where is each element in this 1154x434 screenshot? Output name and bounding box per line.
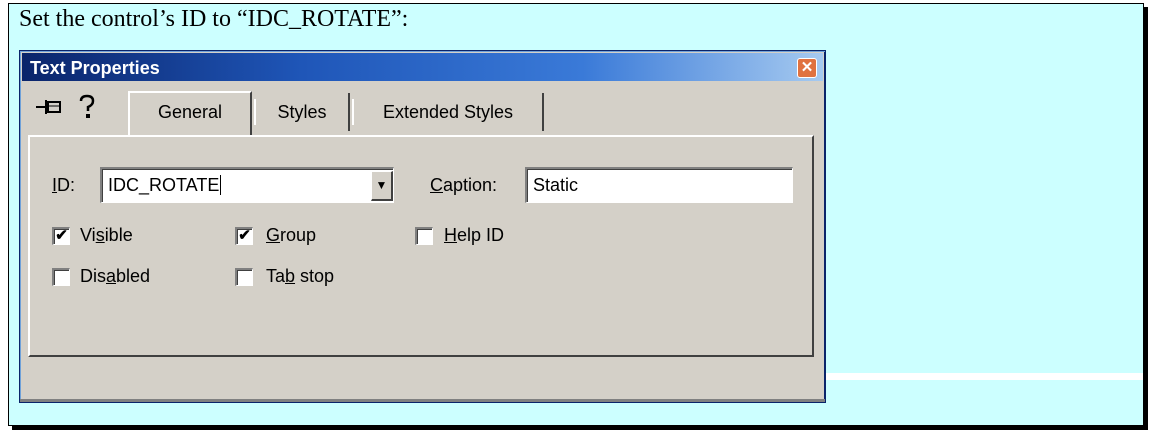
help-id-checkbox[interactable]: [415, 227, 433, 245]
tab-extended-styles[interactable]: Extended Styles: [352, 93, 544, 131]
tab-stop-checkbox[interactable]: [235, 268, 253, 286]
frame-divider: [819, 373, 1143, 380]
caption-input[interactable]: Static: [525, 167, 793, 203]
close-icon: ✕: [800, 59, 814, 76]
id-input[interactable]: IDC_ROTATE: [108, 175, 219, 195]
group-label[interactable]: Group: [266, 225, 316, 246]
window-bottom-edge: [20, 399, 825, 402]
tab-stop-label[interactable]: Tab stop: [266, 266, 334, 287]
id-label: ID:: [52, 175, 76, 195]
caption-label: Caption:: [430, 175, 498, 195]
instruction-text: Set the control’s ID to “IDC_ROTATE”:: [19, 6, 409, 32]
id-dropdown-button[interactable]: ▼: [371, 171, 393, 201]
title-bar[interactable]: Text Properties ✕: [22, 53, 823, 81]
pin-icon[interactable]: [34, 93, 70, 118]
chevron-down-icon: ▼: [375, 178, 388, 192]
text-properties-dialog: Text Properties ✕ General Styles Extende…: [19, 50, 826, 403]
window-title: Text Properties: [30, 58, 160, 78]
tab-styles[interactable]: Styles: [254, 93, 350, 131]
general-tab-panel: ID: IDC_ROTATE ▼ Caption: Static ✔ Visib…: [28, 135, 814, 357]
visible-checkbox[interactable]: ✔: [52, 227, 70, 245]
tab-general[interactable]: General: [128, 91, 252, 135]
id-combobox[interactable]: IDC_ROTATE ▼: [100, 167, 394, 203]
instruction-frame: Set the control’s ID to “IDC_ROTATE”: Te…: [8, 3, 1144, 426]
help-id-label[interactable]: Help ID: [444, 225, 504, 246]
check-icon: ✔: [55, 227, 68, 244]
visible-label[interactable]: Visible: [80, 225, 133, 246]
help-icon[interactable]: [78, 93, 96, 119]
close-button[interactable]: ✕: [797, 58, 817, 78]
disabled-label[interactable]: Disabled: [80, 266, 150, 287]
group-checkbox[interactable]: ✔: [235, 227, 253, 245]
disabled-checkbox[interactable]: [52, 268, 70, 286]
toolbar: [34, 93, 104, 120]
check-icon: ✔: [238, 227, 251, 244]
